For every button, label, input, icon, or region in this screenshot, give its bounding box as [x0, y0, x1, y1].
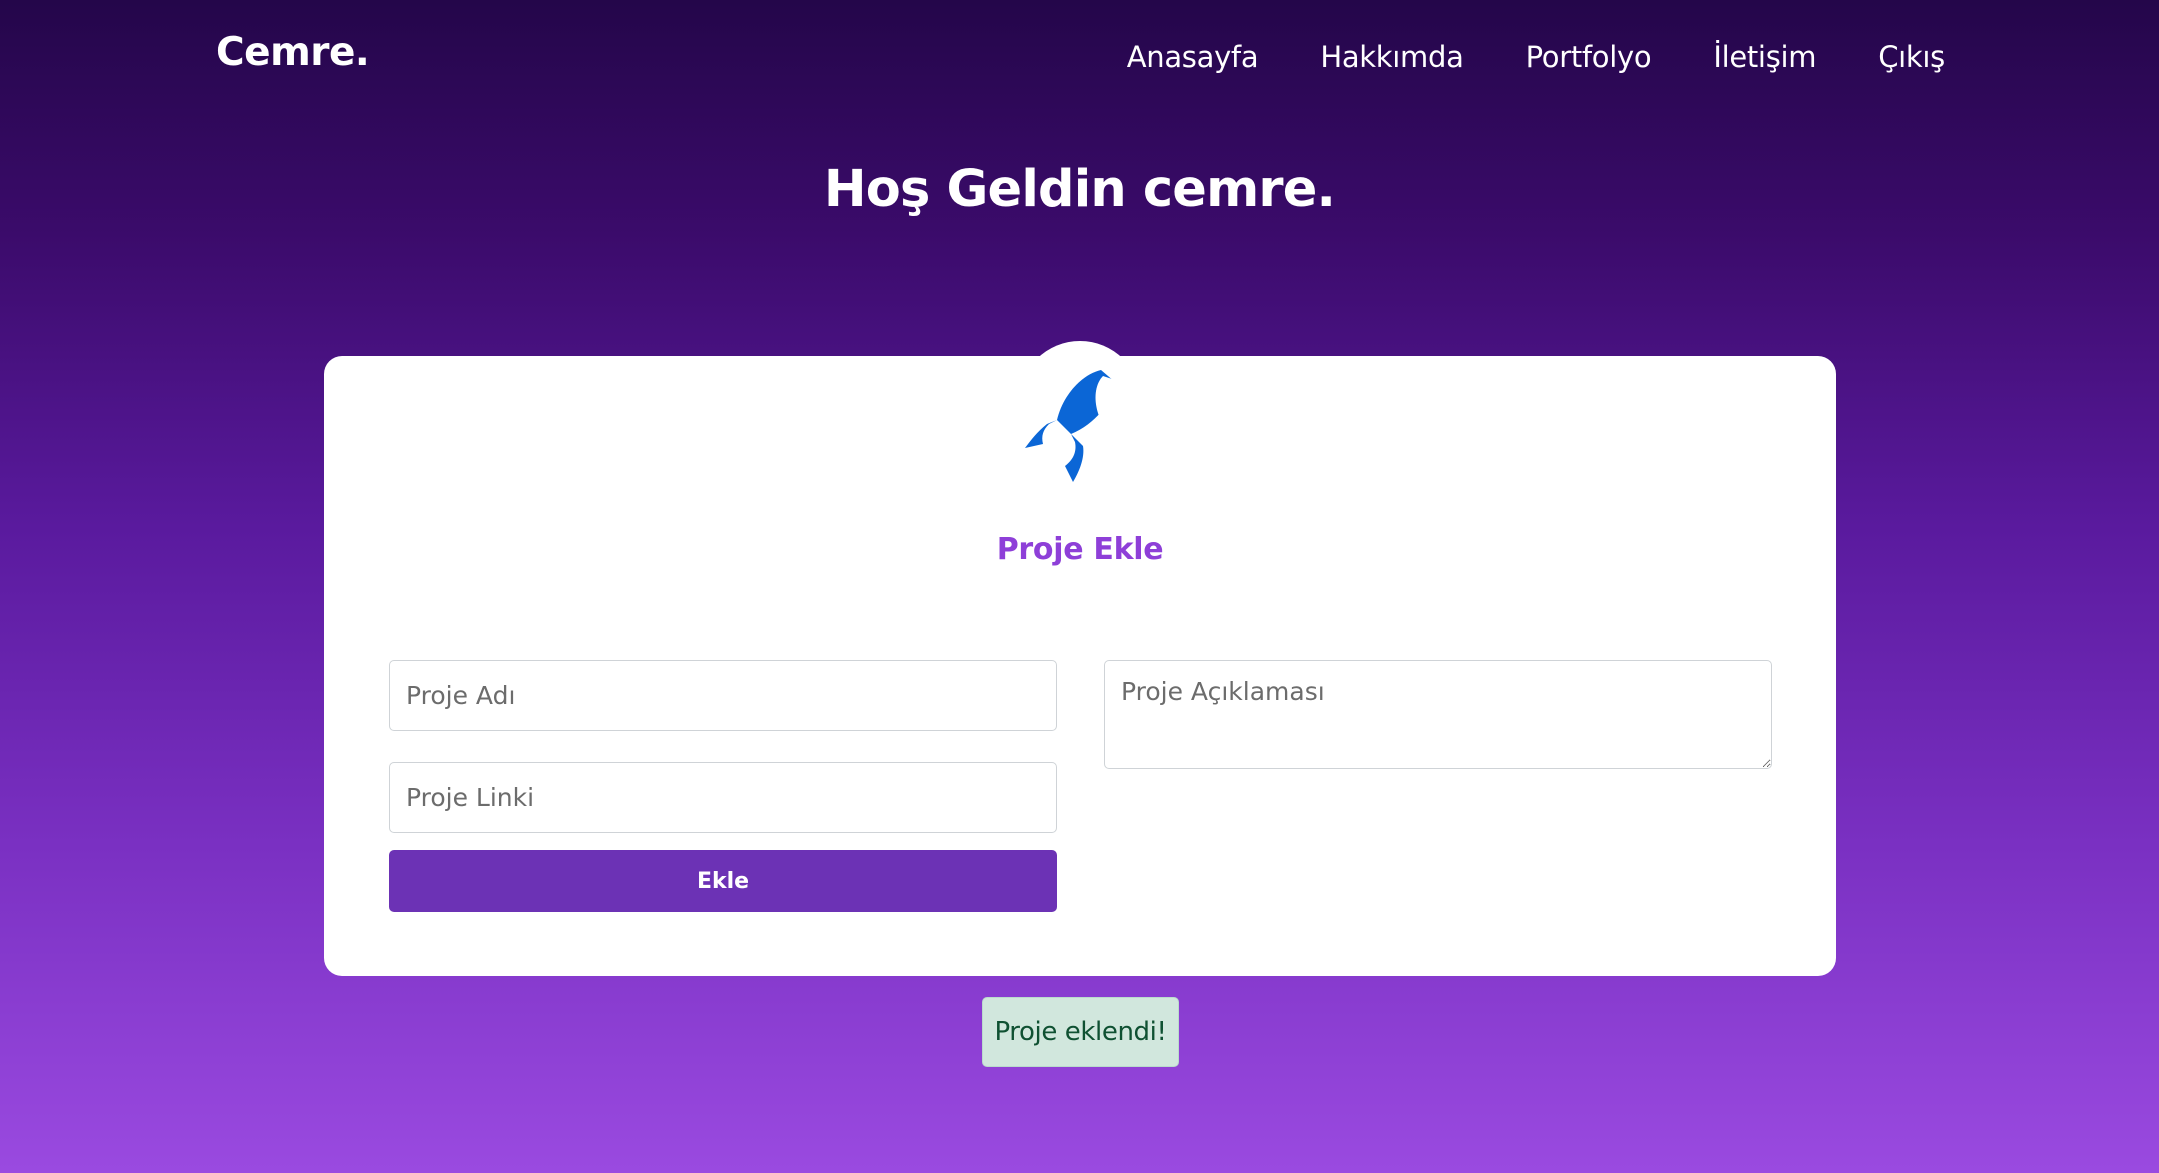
nav-link-portfolio[interactable]: Portfolyo	[1526, 40, 1652, 74]
success-alert-text: Proje eklendi!	[994, 1017, 1167, 1047]
project-link-input[interactable]	[389, 762, 1057, 833]
rocket-icon	[1013, 362, 1133, 482]
nav-links: Anasayfa Hakkımda Portfolyo İletişim Çık…	[1127, 40, 1946, 74]
brand-logo[interactable]: Cemre.	[216, 30, 370, 75]
nav-link-home[interactable]: Anasayfa	[1127, 40, 1259, 74]
success-alert: Proje eklendi!	[982, 997, 1179, 1067]
project-name-input[interactable]	[389, 660, 1057, 731]
form-title: Proje Ekle	[996, 532, 1164, 567]
navbar: Cemre. Anasayfa Hakkımda Portfolyo İleti…	[0, 0, 2159, 116]
nav-link-logout[interactable]: Çıkış	[1878, 40, 1945, 74]
project-description-textarea[interactable]	[1104, 660, 1772, 769]
add-project-button[interactable]: Ekle	[389, 850, 1057, 912]
nav-link-about[interactable]: Hakkımda	[1320, 40, 1464, 74]
nav-link-contact[interactable]: İletişim	[1713, 40, 1816, 74]
page-title: Hoş Geldin cemre.	[823, 160, 1336, 219]
